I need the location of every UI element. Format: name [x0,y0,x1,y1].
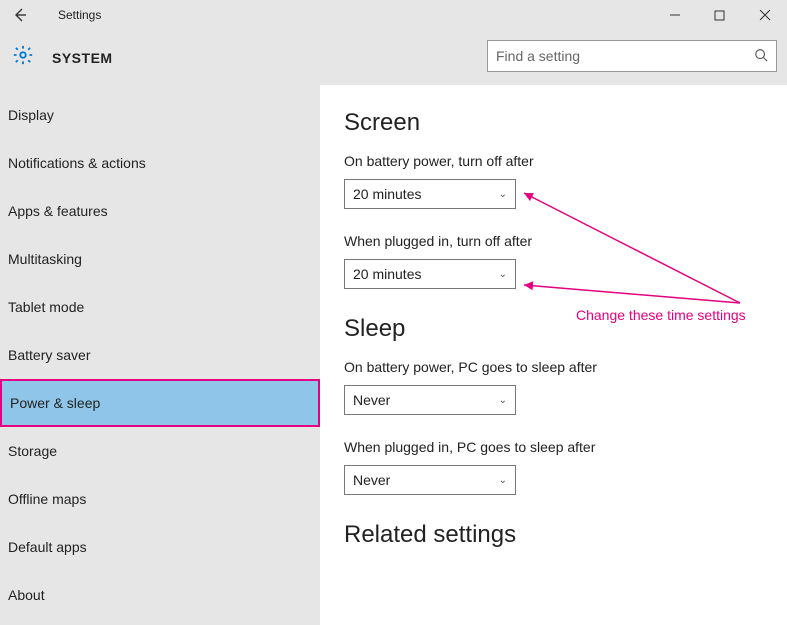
body: Display Notifications & actions Apps & f… [0,85,787,625]
sidebar-item-multitasking[interactable]: Multitasking [0,235,320,283]
sidebar-item-label: About [8,587,45,603]
maximize-button[interactable] [697,0,742,30]
sidebar-item-label: Tablet mode [8,299,84,315]
chevron-down-icon: ⌄ [499,475,507,486]
sidebar-item-power-sleep[interactable]: Power & sleep [0,379,320,427]
sidebar-item-default-apps[interactable]: Default apps [0,523,320,571]
search-icon [754,48,768,65]
sidebar-item-label: Power & sleep [10,395,100,411]
annotation-text: Change these time settings [576,307,746,323]
screen-battery-dropdown[interactable]: 20 minutes ⌄ [344,179,516,209]
window-controls [652,0,787,30]
sidebar-item-label: Storage [8,443,57,459]
sidebar-item-label: Apps & features [8,203,108,219]
search-box[interactable] [487,40,777,72]
content-pane: Screen On battery power, turn off after … [320,85,787,625]
close-button[interactable] [742,0,787,30]
minimize-icon [669,9,681,21]
sidebar-item-label: Battery saver [8,347,90,363]
window-title: Settings [58,8,101,22]
sidebar-item-storage[interactable]: Storage [0,427,320,475]
titlebar: Settings [0,0,787,30]
chevron-down-icon: ⌄ [499,269,507,280]
dropdown-value: Never [353,392,390,408]
sidebar-item-battery[interactable]: Battery saver [0,331,320,379]
header: SYSTEM [0,30,787,85]
sleep-plugged-label: When plugged in, PC goes to sleep after [344,439,763,455]
sidebar-item-label: Display [8,107,54,123]
screen-battery-label: On battery power, turn off after [344,153,763,169]
sidebar-item-display[interactable]: Display [0,91,320,139]
sidebar-item-label: Offline maps [8,491,86,507]
sidebar-item-about[interactable]: About [0,571,320,619]
sidebar-item-label: Multitasking [8,251,82,267]
sidebar-item-apps[interactable]: Apps & features [0,187,320,235]
sleep-battery-dropdown[interactable]: Never ⌄ [344,385,516,415]
sidebar: Display Notifications & actions Apps & f… [0,85,320,625]
gear-icon [12,44,34,71]
sidebar-item-notifications[interactable]: Notifications & actions [0,139,320,187]
sidebar-item-offline-maps[interactable]: Offline maps [0,475,320,523]
screen-plugged-dropdown[interactable]: 20 minutes ⌄ [344,259,516,289]
minimize-button[interactable] [652,0,697,30]
dropdown-value: 20 minutes [353,266,421,282]
dropdown-value: 20 minutes [353,186,421,202]
sleep-battery-label: On battery power, PC goes to sleep after [344,359,763,375]
sidebar-item-tablet[interactable]: Tablet mode [0,283,320,331]
chevron-down-icon: ⌄ [499,395,507,406]
chevron-down-icon: ⌄ [499,189,507,200]
sidebar-item-label: Notifications & actions [8,155,146,171]
maximize-icon [714,10,725,21]
sidebar-item-label: Default apps [8,539,87,555]
sleep-plugged-dropdown[interactable]: Never ⌄ [344,465,516,495]
related-heading: Related settings [344,521,763,549]
dropdown-value: Never [353,472,390,488]
close-icon [759,9,771,21]
screen-plugged-label: When plugged in, turn off after [344,233,763,249]
back-button[interactable] [0,0,40,30]
arrow-left-icon [12,7,28,23]
system-label: SYSTEM [52,50,113,66]
search-input[interactable] [496,48,754,64]
screen-heading: Screen [344,109,763,137]
